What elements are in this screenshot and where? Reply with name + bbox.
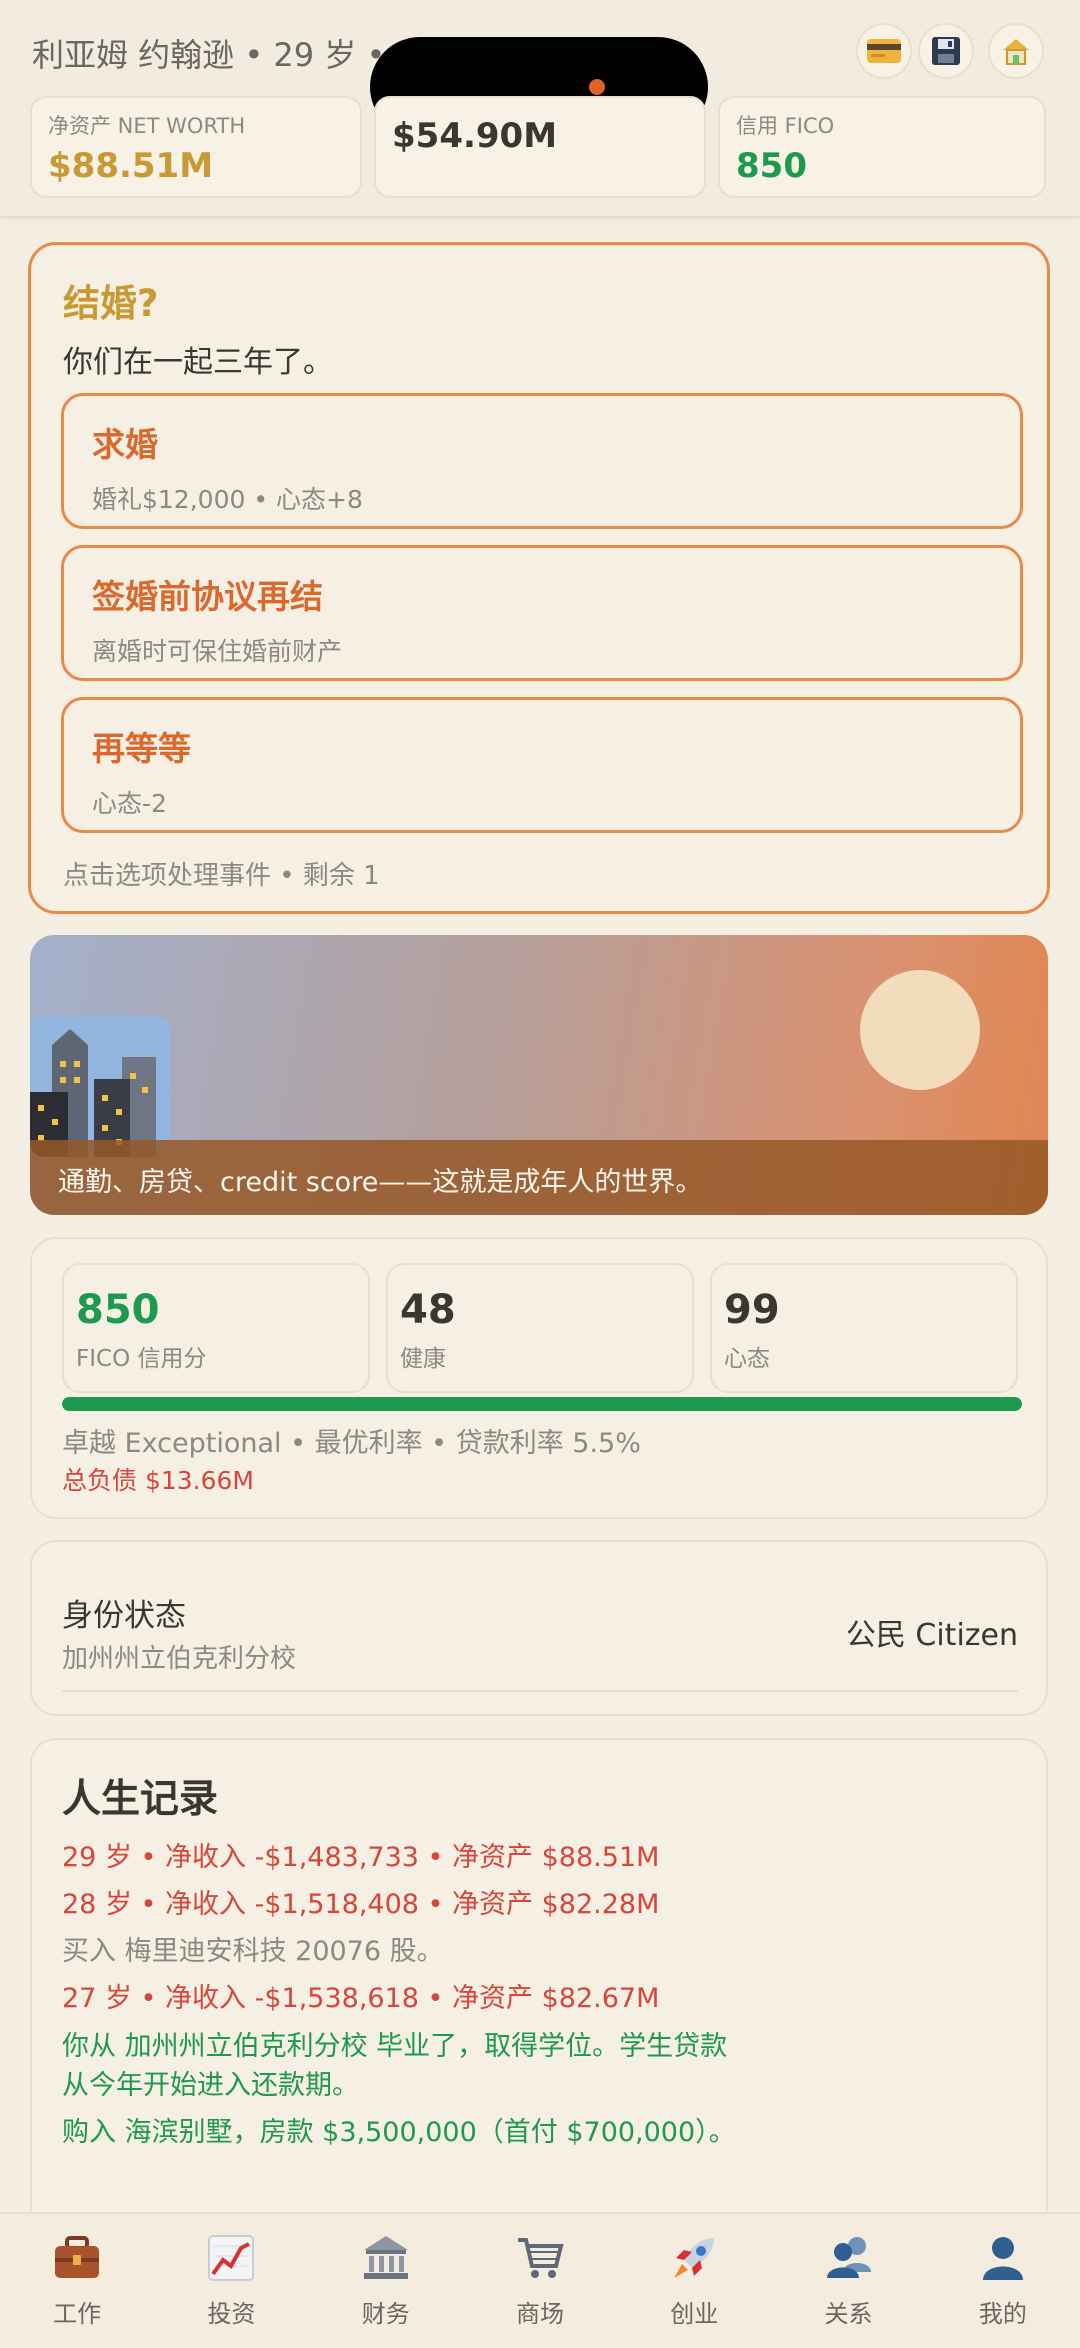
life-log-entry: 买入 梅里迪安科技 20076 股。	[62, 1936, 444, 1968]
option-title: 求婚	[92, 425, 158, 464]
fico-progress-fill	[62, 1397, 1022, 1411]
option-subtitle: 心态-2	[92, 789, 167, 818]
nav-label: 工作	[53, 2300, 102, 2328]
nav-profile[interactable]: 我的	[926, 2214, 1080, 2348]
scene-caption: 通勤、房贷、credit score——这就是成年人的世界。	[58, 1167, 703, 1198]
scene-banner: 通勤、房贷、credit score——这就是成年人的世界。	[30, 935, 1048, 1215]
save-icon	[932, 37, 960, 65]
fico-metric[interactable]: 850 FICO 信用分	[62, 1263, 370, 1393]
credit-card[interactable]: 信用 FICO 850	[718, 96, 1046, 198]
people-icon	[826, 2237, 871, 2278]
top-header: 利亚姆 约翰逊 • 29 岁 • 净资产 NET WORTH $88.51M $…	[0, 0, 1080, 218]
nav-invest[interactable]: 投资	[154, 2214, 308, 2348]
health-metric[interactable]: 48 健康	[386, 1263, 694, 1393]
sun-illustration	[860, 970, 980, 1090]
cash-card[interactable]: $54.90M	[374, 96, 706, 198]
chart-icon	[208, 2235, 255, 2281]
life-log-title: 人生记录	[62, 1777, 219, 1822]
life-log-entry: 29 岁 • 净收入 -$1,483,733 • 净资产 $88.51M	[62, 1842, 660, 1873]
mood-label: 心态	[724, 1346, 770, 1372]
event-description: 你们在一起三年了。	[63, 345, 333, 380]
vitals-card: 850 FICO 信用分 48 健康 99 心态 卓越 Exceptional …	[30, 1237, 1048, 1519]
player-summary: 利亚姆 约翰逊 • 29 岁 •	[32, 36, 386, 74]
option-propose-button[interactable]: 求婚 婚礼$12,000 • 心态+8	[61, 393, 1023, 529]
mood-metric[interactable]: 99 心态	[710, 1263, 1018, 1393]
wallet-button[interactable]	[856, 23, 912, 79]
nav-startup[interactable]: 创业	[617, 2214, 771, 2348]
nav-mall[interactable]: 商场	[463, 2214, 617, 2348]
identity-title: 身份状态	[62, 1598, 186, 1634]
fico-value: 850	[76, 1287, 160, 1333]
life-log-entry: 28 岁 • 净收入 -$1,518,408 • 净资产 $82.28M	[62, 1889, 660, 1921]
cart-icon	[517, 2238, 564, 2278]
city-icon	[30, 1017, 170, 1157]
life-log-list: 29 岁 • 净收入 -$1,483,733 • 净资产 $88.51M 28 岁…	[62, 1838, 752, 2160]
nav-label: 我的	[978, 2300, 1027, 2328]
nav-work[interactable]: 工作	[0, 2214, 154, 2348]
option-subtitle: 离婚时可保住婚前财产	[92, 637, 343, 666]
nav-label: 投资	[207, 2300, 256, 2328]
divider	[62, 1690, 1018, 1692]
briefcase-icon	[55, 2236, 100, 2278]
health-label: 健康	[400, 1346, 446, 1372]
nav-finance[interactable]: 财务	[309, 2214, 463, 2348]
life-log-entry: 27 岁 • 净收入 -$1,538,618 • 净资产 $82.67M	[62, 1983, 660, 2015]
credit-card-icon	[867, 39, 901, 63]
total-debt: 总负债 $13.66M	[62, 1466, 254, 1495]
credit-value: 850	[736, 146, 807, 186]
scene-caption-bar: 通勤、房贷、credit score——这就是成年人的世界。	[30, 1140, 1048, 1215]
fico-progress-bar	[62, 1397, 1022, 1411]
house-icon	[1003, 39, 1029, 65]
nav-label: 财务	[361, 2300, 410, 2328]
option-wait-button[interactable]: 再等等 心态-2	[61, 697, 1023, 833]
bank-icon	[363, 2236, 408, 2279]
event-card: 结婚? 你们在一起三年了。 求婚 婚礼$12,000 • 心态+8 签婚前协议再…	[28, 242, 1050, 914]
net-worth-label: 净资产 NET WORTH	[48, 114, 246, 138]
option-title: 签婚前协议再结	[92, 577, 323, 616]
net-worth-card[interactable]: 净资产 NET WORTH $88.51M	[30, 96, 362, 198]
save-button[interactable]	[918, 23, 974, 79]
nav-label: 创业	[670, 2300, 719, 2328]
identity-school: 加州州立伯克利分校	[62, 1644, 297, 1674]
net-worth-value: $88.51M	[48, 146, 214, 186]
life-log-card: 人生记录 29 岁 • 净收入 -$1,483,733 • 净资产 $88.51…	[30, 1738, 1048, 2258]
cash-value: $54.90M	[392, 116, 558, 156]
health-value: 48	[400, 1287, 456, 1333]
person-icon	[982, 2237, 1023, 2280]
mood-value: 99	[724, 1287, 780, 1333]
event-title: 结婚?	[63, 282, 159, 325]
rocket-icon	[674, 2238, 715, 2278]
life-log-entry: 你从 加州州立伯克利分校 毕业了，取得学位。学生贷款从今年开始进入还款期。	[62, 2030, 728, 2101]
nav-relations[interactable]: 关系	[771, 2214, 925, 2348]
fico-label: FICO 信用分	[76, 1346, 207, 1372]
option-prenup-button[interactable]: 签婚前协议再结 离婚时可保住婚前财产	[61, 545, 1023, 681]
nav-label: 商场	[515, 2300, 564, 2328]
credit-label: 信用 FICO	[736, 114, 835, 138]
identity-status: 公民 Citizen	[845, 1618, 1018, 1653]
bottom-nav: 工作 投资 财务 商场 创业 关系 我的	[0, 2212, 1080, 2348]
nav-label: 关系	[824, 2300, 873, 2328]
identity-card[interactable]: 身份状态 加州州立伯克利分校 公民 Citizen	[30, 1540, 1048, 1716]
camera-lens	[589, 79, 605, 95]
event-footer: 点击选项处理事件 • 剩余 1	[63, 861, 380, 891]
home-button[interactable]	[988, 23, 1044, 79]
option-subtitle: 婚礼$12,000 • 心态+8	[92, 485, 363, 514]
life-log-entry: 购入 海滨别墅，房款 $3,500,000（首付 $700,000）。	[62, 2116, 736, 2148]
fico-rating-line: 卓越 Exceptional • 最优利率 • 贷款利率 5.5%	[62, 1428, 641, 1459]
option-title: 再等等	[92, 729, 191, 768]
